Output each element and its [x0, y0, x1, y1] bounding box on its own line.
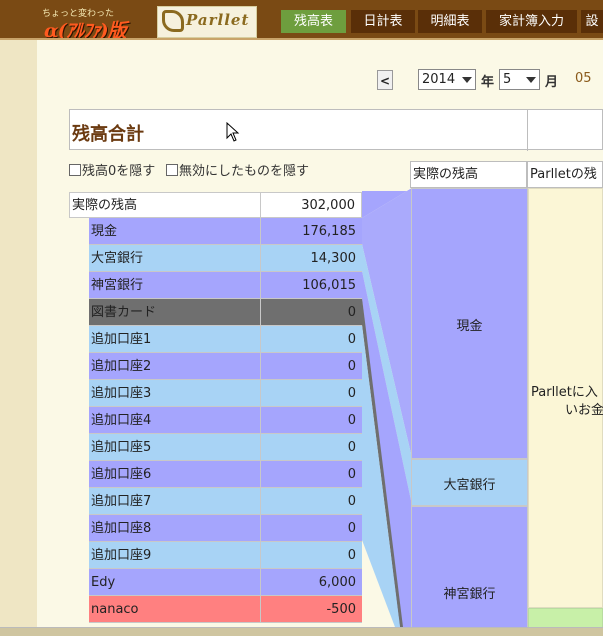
- row-name: 図書カード: [91, 305, 157, 320]
- right-box-cash-label: 現金: [456, 319, 483, 334]
- row-value: 0: [347, 305, 356, 320]
- row-value: 0: [347, 440, 356, 455]
- column-separator: [260, 218, 261, 244]
- table-row[interactable]: 図書カード 0: [89, 299, 362, 326]
- parllet-note-line2: いお金: [565, 403, 603, 418]
- row-value: 14,300: [310, 251, 357, 266]
- row-value: 0: [347, 359, 356, 374]
- row-name: nanaco: [91, 602, 139, 617]
- column-separator: [260, 380, 261, 406]
- mouse-cursor-icon: [226, 122, 240, 142]
- table-row[interactable]: 追加口座6 0: [89, 461, 362, 488]
- row-value: 0: [347, 467, 356, 482]
- column-separator: [260, 461, 261, 487]
- row-name: 追加口座8: [91, 521, 152, 536]
- column-separator: [260, 326, 261, 352]
- row-name: 追加口座7: [91, 494, 152, 509]
- table-row[interactable]: 追加口座3 0: [89, 380, 362, 407]
- row-name: 追加口座9: [91, 548, 152, 563]
- row-value: 0: [347, 521, 356, 536]
- table-row[interactable]: 追加口座2 0: [89, 353, 362, 380]
- right-box-jingu: 神宮銀行: [411, 506, 528, 635]
- right-header-parllet: Parlletの残: [527, 161, 603, 188]
- column-separator: [260, 299, 261, 325]
- parllet-note-box: Parlletに入 いお金: [528, 188, 603, 608]
- table-header-row: 実際の残高 302,000: [69, 192, 362, 219]
- column-separator: [260, 407, 261, 433]
- row-value: 0: [347, 332, 356, 347]
- row-name: 現金: [91, 224, 118, 239]
- header-name: 実際の残高: [72, 198, 138, 213]
- column-separator: [260, 193, 261, 219]
- row-name: 追加口座3: [91, 386, 152, 401]
- row-value: 0: [347, 413, 356, 428]
- row-name: 追加口座1: [91, 332, 152, 347]
- table-row[interactable]: 追加口座5 0: [89, 434, 362, 461]
- row-value: -500: [326, 602, 356, 617]
- row-name: 追加口座2: [91, 359, 152, 374]
- column-separator: [260, 245, 261, 271]
- table-row[interactable]: 追加口座4 0: [89, 407, 362, 434]
- table-row[interactable]: 追加口座7 0: [89, 488, 362, 515]
- table-row[interactable]: 現金 176,185: [89, 218, 362, 245]
- row-name: 神宮銀行: [91, 278, 144, 293]
- column-separator: [260, 515, 261, 541]
- table-row[interactable]: 追加口座9 0: [89, 542, 362, 569]
- column-separator: [260, 272, 261, 298]
- row-name: 大宮銀行: [91, 251, 144, 266]
- parllet-note-line1: Parlletに入: [531, 385, 598, 400]
- column-separator: [260, 596, 261, 622]
- right-box-jingu-label: 神宮銀行: [443, 587, 496, 602]
- row-value: 0: [347, 494, 356, 509]
- row-name: 追加口座5: [91, 440, 152, 455]
- right-box-omiya-label: 大宮銀行: [443, 478, 496, 493]
- header-value: 302,000: [301, 198, 355, 213]
- column-separator: [260, 569, 261, 595]
- table-row[interactable]: 神宮銀行 106,015: [89, 272, 362, 299]
- row-value: 106,015: [302, 278, 356, 293]
- table-row[interactable]: 追加口座8 0: [89, 515, 362, 542]
- row-name: Edy: [91, 575, 116, 590]
- row-value: 0: [347, 386, 356, 401]
- row-name: 追加口座6: [91, 467, 152, 482]
- table-row[interactable]: nanaco -500: [89, 596, 362, 623]
- column-separator: [260, 542, 261, 568]
- right-box-omiya: 大宮銀行: [411, 459, 528, 506]
- right-box-cash: 現金: [411, 188, 528, 459]
- row-value: 0: [347, 548, 356, 563]
- table-row[interactable]: 大宮銀行 14,300: [89, 245, 362, 272]
- column-separator: [260, 434, 261, 460]
- table-row[interactable]: 追加口座1 0: [89, 326, 362, 353]
- column-separator: [260, 353, 261, 379]
- right-header-actual: 実際の残高: [410, 161, 527, 188]
- table-row[interactable]: Edy 6,000: [89, 569, 362, 596]
- column-separator: [260, 488, 261, 514]
- row-value: 176,185: [302, 224, 356, 239]
- row-name: 追加口座4: [91, 413, 152, 428]
- row-value: 6,000: [318, 575, 356, 590]
